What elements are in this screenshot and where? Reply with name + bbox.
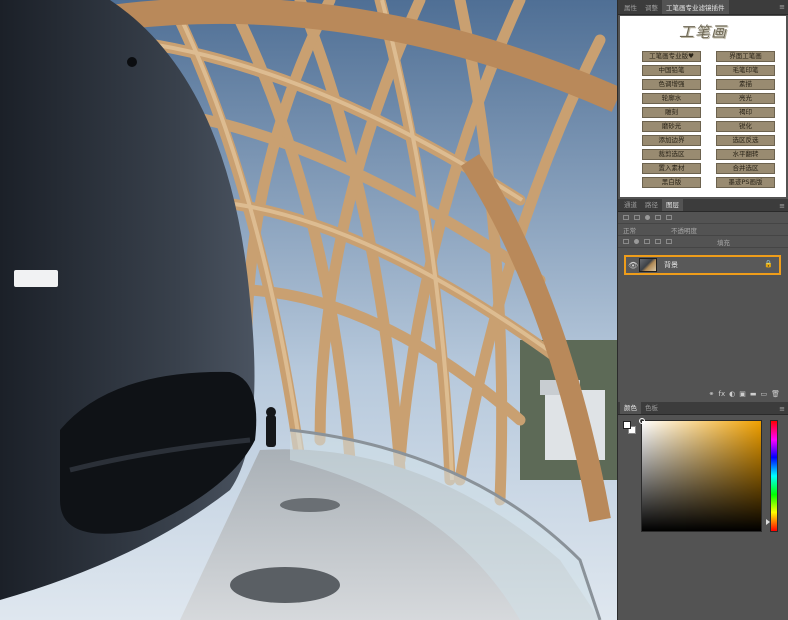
fill-label[interactable]: 填充 [717,237,730,247]
plugin-button[interactable]: 褐印 [716,107,775,118]
hue-slider[interactable] [766,420,778,532]
link-layers-icon[interactable]: ⚭ [709,390,715,398]
layer-style-icon[interactable]: fx [719,390,726,398]
layers-footer-toolbar: ⚭ fx ◐ ▣ ▬ ▭ 🗑 [618,388,788,399]
filter-shape-icon[interactable] [666,215,672,220]
plugin-button[interactable]: 轮廓水 [642,93,701,104]
visibility-eye-icon[interactable]: 👁 [628,261,638,270]
tab-properties[interactable]: 属性 [620,0,641,14]
delete-layer-icon[interactable]: 🗑 [771,390,780,398]
plugin-button[interactable]: 选区反选 [716,135,775,146]
color-panel-tabs: 颜色 色板 ≡ [618,400,788,415]
foreground-background-swatch[interactable] [623,421,637,435]
blend-mode-select[interactable]: 正常 [623,225,636,235]
layer-row-background[interactable]: 👁 背景 🔒 [624,255,781,275]
plugin-button[interactable]: 磨砂光 [642,121,701,132]
plugin-button[interactable]: 中国铅笔 [642,65,701,76]
plugin-logo: 工笔画 [678,22,727,41]
lock-transparency-icon[interactable] [623,239,629,244]
panel-menu-icon[interactable]: ≡ [779,202,785,210]
opacity-label[interactable]: 不透明度 [671,225,697,235]
lock-artboard-icon[interactable] [655,239,661,244]
plugin-button[interactable]: 雕刻 [642,107,701,118]
plugin-button[interactable]: 素描 [716,79,775,90]
right-panel-dock: 属性 调整 工笔画专业滤镜插件 ≡ 工笔画 工笔画专业版♥ 界面工笔画 中国铅笔… [617,0,788,620]
panel-menu-icon[interactable]: ≡ [779,3,785,11]
plugin-button[interactable]: 置入素材 [642,163,701,174]
layers-panel: 通道 路径 图层 ≡ 正常 不透明度 填充 👁 背景 🔒 ⚭ fx ◐ ▣ ▬ … [618,197,788,399]
plugin-button[interactable]: 添加边界 [642,135,701,146]
plugin-button[interactable]: 毛笔印笔 [716,65,775,76]
plugin-button-grid: 工笔画专业版♥ 界面工笔画 中国铅笔 毛笔印笔 色调增强 素描 轮廓水 亮光 雕… [642,51,775,188]
plugin-button[interactable]: 色调增强 [642,79,701,90]
layer-name: 背景 [664,261,678,269]
hue-slider-handle[interactable] [766,519,770,525]
tab-color[interactable]: 颜色 [620,400,641,414]
plugin-panel-tabs: 属性 调整 工笔画专业滤镜插件 ≡ [618,0,788,15]
lock-all-icon[interactable] [666,239,672,244]
filter-kind-icon[interactable] [623,215,629,220]
tab-paths[interactable]: 路径 [641,197,662,211]
filter-adjust-icon[interactable] [645,215,650,220]
plugin-button[interactable]: 工笔画专业版♥ [642,51,701,62]
document-canvas[interactable] [0,0,617,620]
plugin-button[interactable]: 黑白版 [642,177,701,188]
panel-menu-icon[interactable]: ≡ [779,405,785,413]
foreground-color-swatch[interactable] [623,421,631,429]
plugin-button[interactable]: 界面工笔画 [716,51,775,62]
plugin-button[interactable]: 裁剪选区 [642,149,701,160]
plugin-button[interactable]: 水平翻转 [716,149,775,160]
lock-position-icon[interactable] [644,239,650,244]
plugin-button[interactable]: 合并选区 [716,163,775,174]
layer-mask-icon[interactable]: ▣ [739,390,746,398]
layer-blend-row: 正常 不透明度 [618,224,788,236]
tab-adjustments[interactable]: 调整 [641,0,662,14]
layers-panel-tabs: 通道 路径 图层 ≡ [618,197,788,212]
tab-layers[interactable]: 图层 [662,197,683,211]
lock-brush-icon[interactable] [634,239,639,244]
tab-channels[interactable]: 通道 [620,197,641,211]
color-picker-cursor[interactable] [639,418,645,424]
filter-pixel-icon[interactable] [634,215,640,220]
lock-icon: 🔒 [764,260,773,268]
color-panel: 颜色 色板 ≡ [618,400,788,538]
color-field[interactable] [639,418,762,532]
tab-gongbi-plugin[interactable]: 工笔画专业滤镜插件 [662,0,729,14]
gongbi-plugin-panel: 工笔画 工笔画专业版♥ 界面工笔画 中国铅笔 毛笔印笔 色调增强 素描 轮廓水 … [620,16,786,197]
layer-filter-row [618,212,788,224]
adjustment-layer-icon[interactable]: ◐ [729,390,735,398]
plugin-button[interactable]: 墨迹PS画版 [716,177,775,188]
layer-thumbnail [639,258,657,272]
architecture-photo [0,0,617,620]
layer-lock-row: 填充 [618,236,788,248]
tab-swatches[interactable]: 色板 [641,400,662,414]
filter-type-icon[interactable] [655,215,661,220]
plugin-button[interactable]: 锐化 [716,121,775,132]
new-group-icon[interactable]: ▬ [750,390,757,398]
plugin-button[interactable]: 亮光 [716,93,775,104]
new-layer-icon[interactable]: ▭ [760,390,767,398]
